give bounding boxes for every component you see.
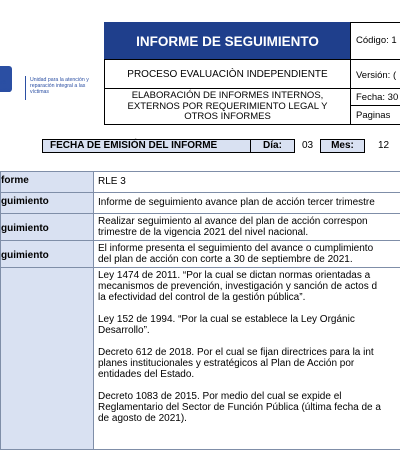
row-text: trimestre de la vigencia 2021 del nivel … — [98, 227, 309, 238]
row-value: RLE 3 — [93, 171, 400, 193]
row-value: Realizar seguimiento al avance del plan … — [93, 213, 400, 241]
legal-line: Reglamentario del Sector de Función Públ… — [98, 402, 381, 413]
process-cell: PROCESO EVALUACIÒN INDEPENDIENTE — [104, 59, 351, 89]
legal-line: entidades del Estado. — [98, 369, 195, 380]
row-text: Realizar seguimiento al avance del plan … — [98, 216, 368, 227]
subprocess-line: OTROS INFORMES — [184, 111, 271, 122]
row-label: guimiento — [0, 240, 94, 268]
legal-line: planes institucionales y estratégicos al… — [98, 358, 355, 369]
legal-line: Decreto 1083 de 2015. Por medio del cual… — [98, 391, 342, 402]
subprocess-line: ELABORACIÓN DE INFORMES INTERNOS, — [131, 90, 324, 101]
legal-line: de agosto de 2021). — [98, 413, 187, 424]
row-text: RLE 3 — [98, 176, 126, 187]
logo-brand-line2: dos — [0, 88, 11, 94]
logo-brand-line1: ro — [0, 80, 6, 86]
date-cell: Fecha: 30 — [350, 88, 400, 106]
day-value: 03 — [294, 139, 320, 153]
row-label: guimiento — [0, 192, 94, 214]
legal-line: la efectividad del control de la gestión… — [98, 292, 306, 303]
version-cell: Versión: ( — [350, 59, 400, 89]
emission-label: FECHA DE EMISIÓN DEL INFORME — [50, 140, 218, 151]
row-value: El informe presenta el seguimiento del a… — [93, 240, 400, 268]
subprocess-cell: ELABORACIÓN DE INFORMES INTERNOS, EXTERN… — [104, 88, 351, 125]
row-text: Informe de seguimiento avance plan de ac… — [98, 197, 375, 208]
row-value: Informe de seguimiento avance plan de ac… — [93, 192, 400, 214]
legal-line: Ley 1474 de 2011. “Por la cual se dictan… — [98, 270, 371, 281]
logo-tagline: Unidad para la atención y reparación int… — [30, 77, 89, 95]
legal-line: mecanismos de prevención, investigación … — [98, 281, 378, 292]
legal-line: Decreto 612 de 2018. Por el cual se fija… — [98, 347, 374, 358]
row-label: forme — [0, 171, 94, 193]
legal-label-cell — [0, 267, 94, 450]
row-text: del plan de acción con corte a 30 de sep… — [98, 254, 353, 265]
title-cell-border — [104, 22, 351, 60]
row-text: El informe presenta el seguimiento del a… — [98, 243, 374, 254]
logo-divider — [25, 76, 26, 100]
day-label: Día: — [250, 139, 294, 153]
legal-line: Desarrollo”. — [98, 325, 150, 336]
pages-cell: Paginas — [350, 105, 400, 125]
legal-line: Ley 152 de 1994. “Por la cual se estable… — [98, 314, 355, 325]
code-cell: Código: 1 — [350, 22, 400, 60]
month-value: 12 — [364, 139, 400, 153]
logo-area — [0, 0, 104, 124]
month-label: Mes: — [320, 139, 364, 153]
legal-basis-cell: Ley 1474 de 2011. “Por la cual se dictan… — [93, 267, 400, 450]
row-label: guimiento — [0, 213, 94, 241]
